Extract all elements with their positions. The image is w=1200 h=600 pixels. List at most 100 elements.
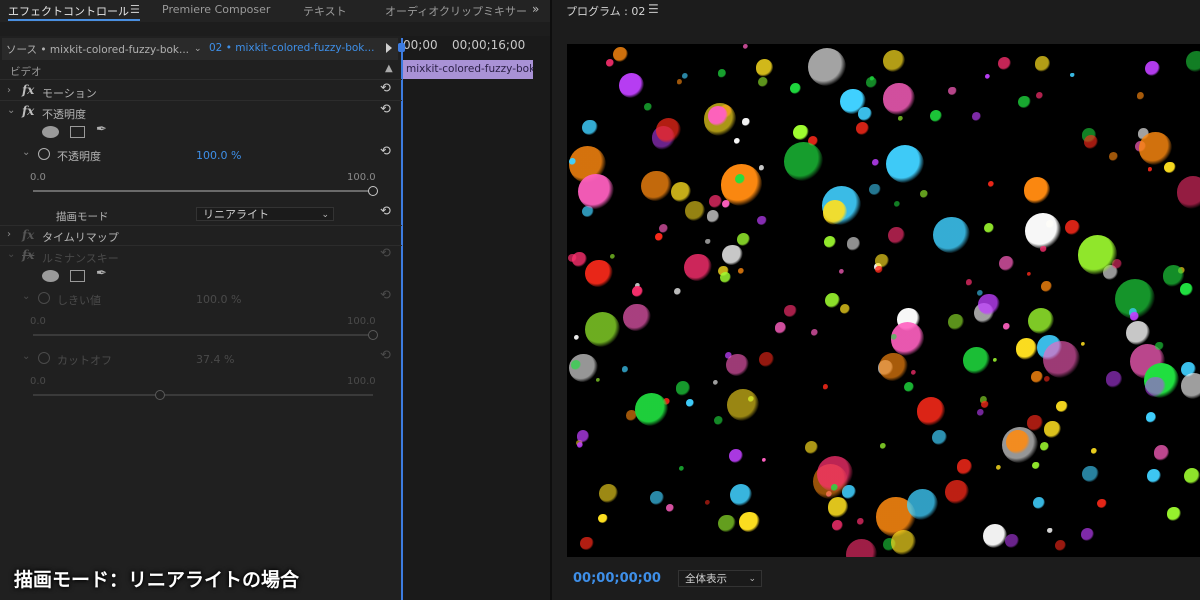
bokeh-light: [718, 69, 727, 78]
reset-icon[interactable]: ⟲: [380, 204, 391, 219]
hamburger-menu-icon[interactable]: ☰: [130, 3, 140, 16]
row-divider: [0, 100, 402, 101]
bokeh-light: [684, 253, 712, 282]
reset-icon[interactable]: ⟲: [380, 81, 391, 96]
program-video-frame[interactable]: [567, 44, 1200, 557]
bokeh-light: [676, 79, 682, 85]
bokeh-light: [1047, 528, 1053, 534]
bokeh-light: [784, 142, 823, 181]
effect-timeline[interactable]: [402, 36, 550, 600]
chevron-down-icon[interactable]: ⌄: [22, 291, 30, 302]
bokeh-light: [609, 253, 615, 259]
effect-luma-key-label: ルミナンスキー: [42, 252, 119, 265]
cutoff-slider-track[interactable]: [33, 394, 373, 396]
chevron-right-icon[interactable]: ›: [7, 229, 11, 240]
playhead-line[interactable]: [401, 38, 403, 600]
threshold-value[interactable]: 100.0 %: [196, 293, 241, 306]
opacity-value[interactable]: 100.0 %: [196, 149, 241, 162]
fx-icon[interactable]: fx: [22, 104, 34, 118]
bokeh-light: [1055, 539, 1067, 551]
cutoff-value[interactable]: 37.4 %: [196, 353, 234, 366]
bokeh-light: [891, 334, 897, 340]
playhead-handle[interactable]: [398, 43, 405, 52]
pen-mask-icon[interactable]: ✒: [96, 122, 107, 137]
bokeh-light: [1147, 167, 1153, 172]
bokeh-light: [824, 292, 841, 309]
stopwatch-icon[interactable]: [38, 148, 50, 160]
tab-text[interactable]: テキスト: [303, 3, 347, 19]
stopwatch-icon[interactable]: [38, 292, 50, 304]
chevron-right-icon[interactable]: ›: [7, 85, 11, 96]
stopwatch-icon[interactable]: [38, 352, 50, 364]
program-timecode[interactable]: 00;00;00;00: [573, 571, 661, 586]
bokeh-light: [965, 279, 973, 286]
tab-premiere-composer[interactable]: Premiere Composer: [162, 3, 270, 16]
chevron-down-icon[interactable]: ⌄: [22, 351, 30, 362]
rectangle-mask-icon[interactable]: [70, 126, 85, 138]
blend-mode-select[interactable]: リニアライト ⌄: [196, 207, 334, 221]
zoom-level-select[interactable]: 全体表示 ⌄: [678, 570, 762, 587]
threshold-slider-track[interactable]: [33, 334, 373, 336]
chevron-down-icon[interactable]: ⌄: [194, 44, 202, 54]
bokeh-light: [1043, 376, 1051, 383]
bokeh-light: [1183, 468, 1200, 485]
opacity-param-label: 不透明度: [57, 150, 101, 163]
reset-icon[interactable]: ⟲: [380, 144, 391, 159]
hamburger-menu-icon[interactable]: ☰: [648, 2, 659, 16]
bokeh-light: [885, 144, 925, 183]
bokeh-light: [713, 415, 724, 425]
program-monitor-title[interactable]: プログラム : 02: [566, 3, 645, 19]
bokeh-light: [598, 513, 608, 524]
bokeh-light: [822, 200, 848, 225]
collapse-up-icon[interactable]: ▲: [385, 63, 393, 74]
bokeh-light: [983, 222, 994, 233]
opacity-slider-knob[interactable]: [368, 186, 378, 196]
bokeh-light: [623, 303, 651, 332]
double-chevron-right-icon[interactable]: »: [532, 2, 539, 16]
row-divider: [0, 225, 402, 226]
ellipse-mask-icon[interactable]: [42, 270, 59, 282]
cutoff-label: カットオフ: [57, 354, 112, 367]
reset-icon[interactable]: ⟲: [380, 246, 391, 261]
bokeh-light: [1065, 220, 1081, 236]
fx-icon[interactable]: fx: [22, 228, 34, 242]
chevron-down-icon[interactable]: ⌄: [7, 249, 15, 260]
pen-mask-icon[interactable]: ✒: [96, 266, 107, 281]
bokeh-light: [883, 49, 905, 72]
bokeh-light: [1108, 152, 1118, 162]
ellipse-mask-icon[interactable]: [42, 126, 59, 138]
play-triangle-icon[interactable]: [386, 43, 392, 53]
rectangle-mask-icon[interactable]: [70, 270, 85, 282]
source-master-label[interactable]: ソース • mixkit-colored-fuzzy-bok...: [6, 42, 189, 57]
sequence-clip-label[interactable]: 02 • mixkit-colored-fuzzy-bok...: [209, 42, 374, 54]
bokeh-light: [759, 351, 775, 367]
blend-mode-label: 描画モード: [56, 211, 109, 223]
opacity-max-label: 100.0: [347, 172, 376, 183]
bokeh-light: [830, 484, 838, 492]
fx-icon[interactable]: fx: [22, 83, 34, 97]
bokeh-light: [982, 524, 1007, 549]
bokeh-light: [872, 158, 879, 166]
chevron-down-icon[interactable]: ⌄: [22, 147, 30, 158]
bokeh-light: [962, 347, 990, 375]
bokeh-light: [742, 44, 748, 49]
bokeh-light: [684, 200, 705, 221]
bokeh-light: [578, 173, 614, 210]
bokeh-light: [758, 165, 765, 172]
bokeh-light: [875, 265, 883, 274]
tab-effect-controls[interactable]: エフェクトコントロール: [8, 3, 129, 19]
bokeh-light: [845, 538, 877, 557]
reset-icon[interactable]: ⟲: [380, 348, 391, 363]
bokeh-light: [705, 499, 711, 505]
reset-icon[interactable]: ⟲: [380, 288, 391, 303]
fx-disabled-icon[interactable]: fx: [22, 248, 34, 262]
bokeh-light: [1146, 469, 1161, 484]
chevron-down-icon[interactable]: ⌄: [7, 105, 15, 116]
bokeh-light: [1153, 445, 1169, 461]
bokeh-light: [654, 232, 664, 242]
threshold-slider-knob[interactable]: [368, 330, 378, 340]
timeline-clip[interactable]: mixkit-colored-fuzzy-bokeh: [402, 60, 533, 79]
reset-icon[interactable]: ⟲: [380, 102, 391, 117]
tab-audio-clip-mixer[interactable]: オーディオクリップミキサー: [385, 3, 527, 19]
opacity-slider-track[interactable]: [33, 190, 373, 192]
